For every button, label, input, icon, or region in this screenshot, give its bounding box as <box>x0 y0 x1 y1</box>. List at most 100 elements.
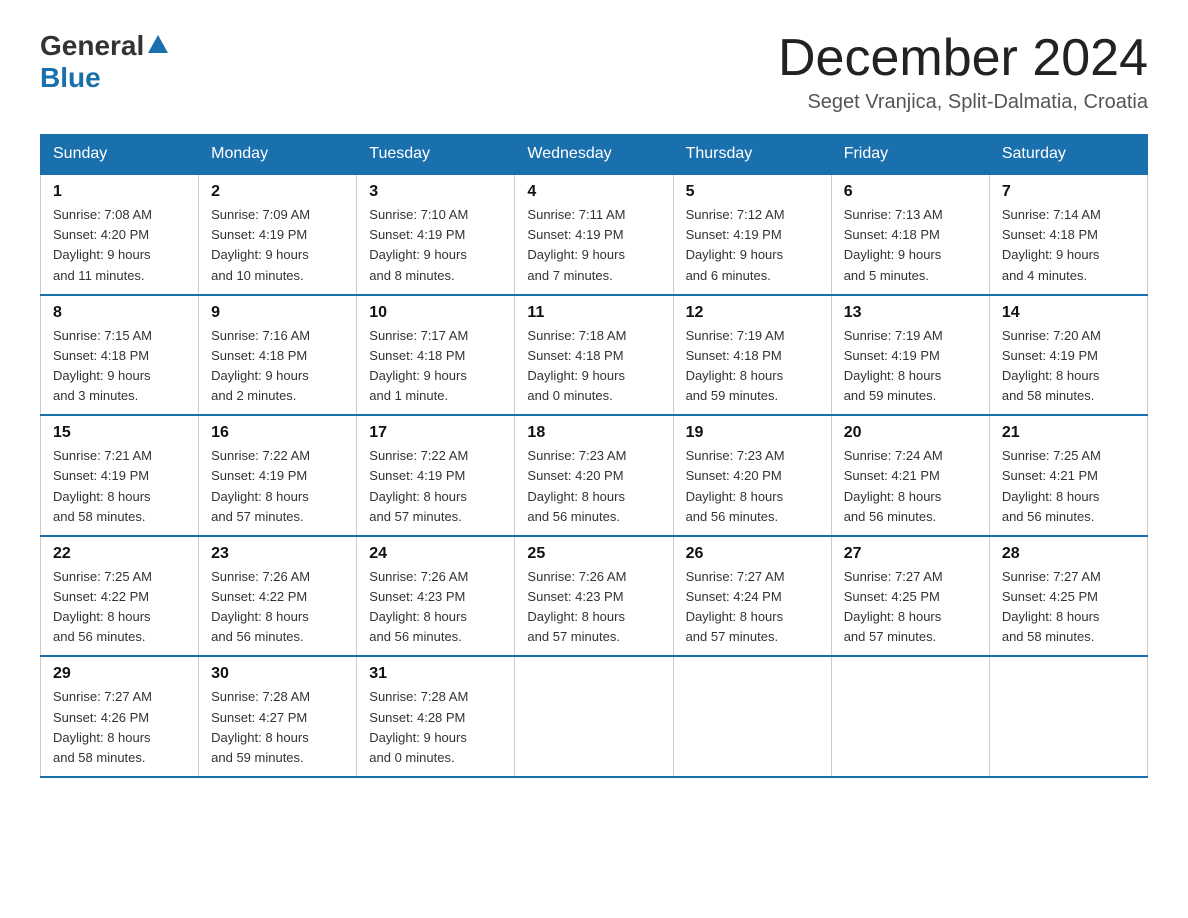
day-info: Sunrise: 7:11 AMSunset: 4:19 PMDaylight:… <box>527 205 660 286</box>
day-number: 2 <box>211 183 344 201</box>
day-number: 13 <box>844 304 977 322</box>
calendar-week-row: 1 Sunrise: 7:08 AMSunset: 4:20 PMDayligh… <box>41 174 1148 295</box>
day-info: Sunrise: 7:26 AMSunset: 4:23 PMDaylight:… <box>527 567 660 648</box>
logo-general: General <box>40 30 144 62</box>
col-header-friday: Friday <box>831 135 989 175</box>
col-header-sunday: Sunday <box>41 135 199 175</box>
calendar-cell: 14 Sunrise: 7:20 AMSunset: 4:19 PMDaylig… <box>989 295 1147 416</box>
day-number: 12 <box>686 304 819 322</box>
calendar-cell: 26 Sunrise: 7:27 AMSunset: 4:24 PMDaylig… <box>673 536 831 657</box>
day-info: Sunrise: 7:15 AMSunset: 4:18 PMDaylight:… <box>53 326 186 407</box>
day-info: Sunrise: 7:17 AMSunset: 4:18 PMDaylight:… <box>369 326 502 407</box>
calendar-cell: 16 Sunrise: 7:22 AMSunset: 4:19 PMDaylig… <box>199 415 357 536</box>
day-number: 24 <box>369 545 502 563</box>
day-number: 28 <box>1002 545 1135 563</box>
calendar-cell: 9 Sunrise: 7:16 AMSunset: 4:18 PMDayligh… <box>199 295 357 416</box>
calendar-cell: 11 Sunrise: 7:18 AMSunset: 4:18 PMDaylig… <box>515 295 673 416</box>
calendar-cell: 2 Sunrise: 7:09 AMSunset: 4:19 PMDayligh… <box>199 174 357 295</box>
day-number: 8 <box>53 304 186 322</box>
page-header: General Blue December 2024 Seget Vranjic… <box>40 30 1148 114</box>
calendar-cell: 7 Sunrise: 7:14 AMSunset: 4:18 PMDayligh… <box>989 174 1147 295</box>
day-info: Sunrise: 7:13 AMSunset: 4:18 PMDaylight:… <box>844 205 977 286</box>
day-number: 15 <box>53 424 186 442</box>
day-info: Sunrise: 7:08 AMSunset: 4:20 PMDaylight:… <box>53 205 186 286</box>
calendar-cell: 4 Sunrise: 7:11 AMSunset: 4:19 PMDayligh… <box>515 174 673 295</box>
day-info: Sunrise: 7:12 AMSunset: 4:19 PMDaylight:… <box>686 205 819 286</box>
day-number: 25 <box>527 545 660 563</box>
day-info: Sunrise: 7:27 AMSunset: 4:26 PMDaylight:… <box>53 687 186 768</box>
calendar-cell: 23 Sunrise: 7:26 AMSunset: 4:22 PMDaylig… <box>199 536 357 657</box>
calendar-cell: 21 Sunrise: 7:25 AMSunset: 4:21 PMDaylig… <box>989 415 1147 536</box>
day-number: 10 <box>369 304 502 322</box>
day-number: 9 <box>211 304 344 322</box>
calendar-cell: 8 Sunrise: 7:15 AMSunset: 4:18 PMDayligh… <box>41 295 199 416</box>
day-number: 26 <box>686 545 819 563</box>
calendar-cell: 30 Sunrise: 7:28 AMSunset: 4:27 PMDaylig… <box>199 656 357 777</box>
calendar-cell: 15 Sunrise: 7:21 AMSunset: 4:19 PMDaylig… <box>41 415 199 536</box>
calendar-cell: 5 Sunrise: 7:12 AMSunset: 4:19 PMDayligh… <box>673 174 831 295</box>
calendar-week-row: 15 Sunrise: 7:21 AMSunset: 4:19 PMDaylig… <box>41 415 1148 536</box>
day-info: Sunrise: 7:10 AMSunset: 4:19 PMDaylight:… <box>369 205 502 286</box>
logo-triangle-icon <box>148 35 168 53</box>
day-number: 18 <box>527 424 660 442</box>
calendar-cell: 29 Sunrise: 7:27 AMSunset: 4:26 PMDaylig… <box>41 656 199 777</box>
day-info: Sunrise: 7:22 AMSunset: 4:19 PMDaylight:… <box>369 446 502 527</box>
day-number: 6 <box>844 183 977 201</box>
calendar-cell: 6 Sunrise: 7:13 AMSunset: 4:18 PMDayligh… <box>831 174 989 295</box>
day-number: 11 <box>527 304 660 322</box>
title-block: December 2024 Seget Vranjica, Split-Dalm… <box>778 30 1148 114</box>
day-info: Sunrise: 7:25 AMSunset: 4:22 PMDaylight:… <box>53 567 186 648</box>
day-info: Sunrise: 7:16 AMSunset: 4:18 PMDaylight:… <box>211 326 344 407</box>
day-info: Sunrise: 7:26 AMSunset: 4:22 PMDaylight:… <box>211 567 344 648</box>
calendar-cell: 28 Sunrise: 7:27 AMSunset: 4:25 PMDaylig… <box>989 536 1147 657</box>
calendar-cell <box>673 656 831 777</box>
col-header-tuesday: Tuesday <box>357 135 515 175</box>
calendar-cell <box>831 656 989 777</box>
calendar-cell: 13 Sunrise: 7:19 AMSunset: 4:19 PMDaylig… <box>831 295 989 416</box>
day-info: Sunrise: 7:27 AMSunset: 4:24 PMDaylight:… <box>686 567 819 648</box>
calendar-cell: 10 Sunrise: 7:17 AMSunset: 4:18 PMDaylig… <box>357 295 515 416</box>
calendar-cell: 31 Sunrise: 7:28 AMSunset: 4:28 PMDaylig… <box>357 656 515 777</box>
calendar-table: SundayMondayTuesdayWednesdayThursdayFrid… <box>40 134 1148 778</box>
day-number: 17 <box>369 424 502 442</box>
day-info: Sunrise: 7:23 AMSunset: 4:20 PMDaylight:… <box>527 446 660 527</box>
calendar-cell: 27 Sunrise: 7:27 AMSunset: 4:25 PMDaylig… <box>831 536 989 657</box>
calendar-cell: 22 Sunrise: 7:25 AMSunset: 4:22 PMDaylig… <box>41 536 199 657</box>
day-info: Sunrise: 7:23 AMSunset: 4:20 PMDaylight:… <box>686 446 819 527</box>
day-number: 19 <box>686 424 819 442</box>
day-number: 7 <box>1002 183 1135 201</box>
day-info: Sunrise: 7:27 AMSunset: 4:25 PMDaylight:… <box>844 567 977 648</box>
month-title: December 2024 <box>778 30 1148 87</box>
day-info: Sunrise: 7:22 AMSunset: 4:19 PMDaylight:… <box>211 446 344 527</box>
logo: General Blue <box>40 30 168 94</box>
day-number: 14 <box>1002 304 1135 322</box>
calendar-week-row: 22 Sunrise: 7:25 AMSunset: 4:22 PMDaylig… <box>41 536 1148 657</box>
day-info: Sunrise: 7:21 AMSunset: 4:19 PMDaylight:… <box>53 446 186 527</box>
day-number: 5 <box>686 183 819 201</box>
calendar-cell: 25 Sunrise: 7:26 AMSunset: 4:23 PMDaylig… <box>515 536 673 657</box>
logo-blue-text: Blue <box>40 62 101 94</box>
day-number: 30 <box>211 665 344 683</box>
day-number: 4 <box>527 183 660 201</box>
col-header-monday: Monday <box>199 135 357 175</box>
day-number: 20 <box>844 424 977 442</box>
day-number: 3 <box>369 183 502 201</box>
calendar-cell: 17 Sunrise: 7:22 AMSunset: 4:19 PMDaylig… <box>357 415 515 536</box>
calendar-cell <box>989 656 1147 777</box>
calendar-week-row: 29 Sunrise: 7:27 AMSunset: 4:26 PMDaylig… <box>41 656 1148 777</box>
calendar-cell: 3 Sunrise: 7:10 AMSunset: 4:19 PMDayligh… <box>357 174 515 295</box>
day-info: Sunrise: 7:24 AMSunset: 4:21 PMDaylight:… <box>844 446 977 527</box>
calendar-header-row: SundayMondayTuesdayWednesdayThursdayFrid… <box>41 135 1148 175</box>
day-number: 16 <box>211 424 344 442</box>
day-info: Sunrise: 7:19 AMSunset: 4:18 PMDaylight:… <box>686 326 819 407</box>
col-header-saturday: Saturday <box>989 135 1147 175</box>
calendar-cell: 19 Sunrise: 7:23 AMSunset: 4:20 PMDaylig… <box>673 415 831 536</box>
calendar-cell: 20 Sunrise: 7:24 AMSunset: 4:21 PMDaylig… <box>831 415 989 536</box>
day-number: 22 <box>53 545 186 563</box>
day-number: 29 <box>53 665 186 683</box>
calendar-week-row: 8 Sunrise: 7:15 AMSunset: 4:18 PMDayligh… <box>41 295 1148 416</box>
calendar-cell: 12 Sunrise: 7:19 AMSunset: 4:18 PMDaylig… <box>673 295 831 416</box>
day-number: 23 <box>211 545 344 563</box>
day-info: Sunrise: 7:20 AMSunset: 4:19 PMDaylight:… <box>1002 326 1135 407</box>
day-number: 1 <box>53 183 186 201</box>
